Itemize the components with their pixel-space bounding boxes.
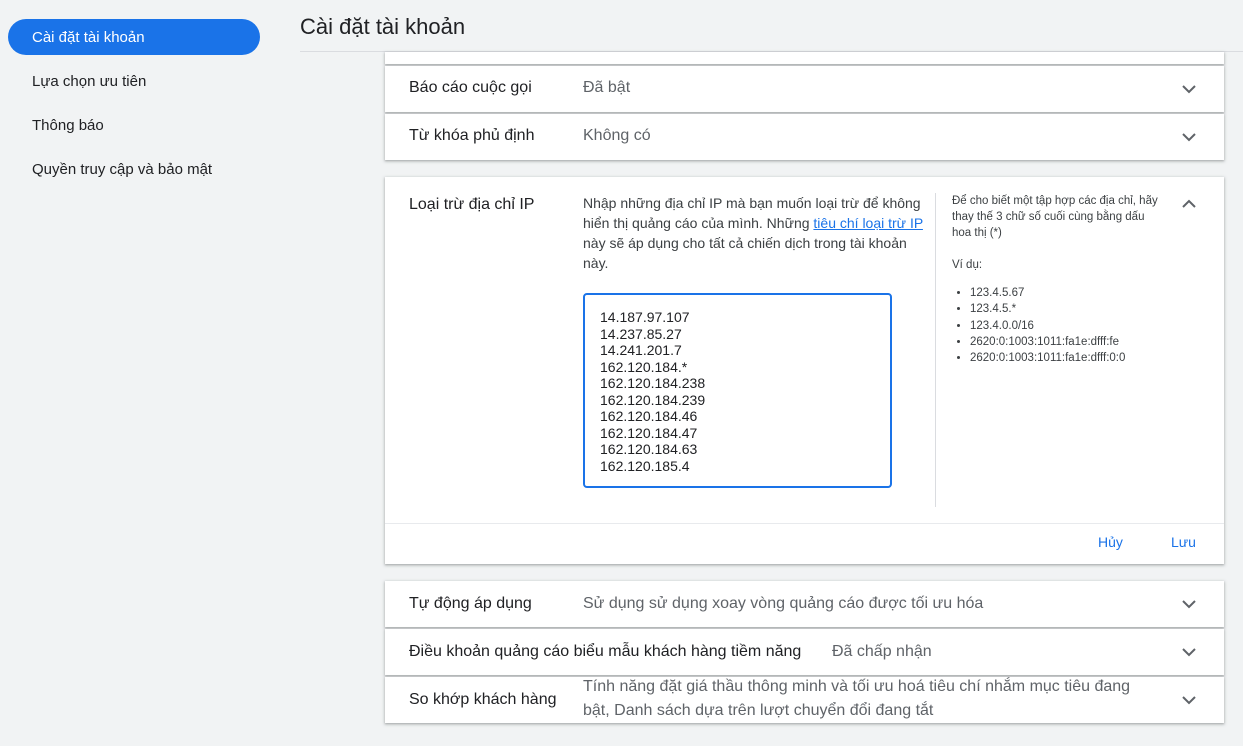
page-title: Cài đặt tài khoản xyxy=(300,14,466,39)
setting-label: Tự động áp dụng xyxy=(409,595,532,612)
setting-row-call-reports[interactable]: Báo cáo cuộc gọi Đã bật xyxy=(385,66,1224,112)
setting-label: Báo cáo cuộc gọi xyxy=(409,79,532,96)
example-item: 123.4.5.67 xyxy=(970,285,1162,301)
setting-label: Loại trừ địa chỉ IP xyxy=(409,196,535,213)
cancel-button[interactable]: Hủy xyxy=(1098,534,1123,550)
chevron-down-icon[interactable] xyxy=(1180,643,1198,661)
setting-value: Không có xyxy=(583,127,651,144)
example-item: 2620:0:1003:1011:fa1e:dfff:0:0 xyxy=(970,350,1162,366)
ip-line: 14.187.97.107 xyxy=(600,309,690,325)
sidebar-item-notifications[interactable]: Thông báo xyxy=(8,107,260,143)
setting-value: Đã bật xyxy=(583,79,631,96)
help-text: Để cho biết một tập hợp các địa chỉ, hãy… xyxy=(952,195,1158,239)
setting-row-auto-apply[interactable]: Tự động áp dụng Sử dụng sử dụng xoay vòn… xyxy=(385,581,1224,627)
example-item: 123.4.5.* xyxy=(970,301,1162,317)
setting-panel-ip-exclusion: Loại trừ địa chỉ IP Nhập những địa chỉ I… xyxy=(385,177,1224,564)
examples-list: 123.4.5.67 123.4.5.* 123.4.0.0/16 2620:0… xyxy=(952,285,1162,366)
ip-exclusion-description: Nhập những địa chỉ IP mà bạn muốn loại t… xyxy=(583,193,928,273)
ip-line: 162.120.184.63 xyxy=(600,441,698,457)
sidebar-item-label: Thông báo xyxy=(32,116,104,134)
setting-row-customer-match[interactable]: So khớp khách hàng Tính năng đặt giá thầ… xyxy=(385,677,1224,723)
chevron-down-icon[interactable] xyxy=(1180,595,1198,613)
ip-line: 162.120.184.238 xyxy=(600,375,706,391)
example-item: 2620:0:1003:1011:fa1e:dfff:fe xyxy=(970,334,1162,350)
setting-value: Đã chấp nhận xyxy=(832,643,932,660)
chevron-up-icon[interactable] xyxy=(1180,195,1198,213)
setting-label: Từ khóa phủ định xyxy=(409,127,535,144)
ip-line: 162.120.184.47 xyxy=(600,424,698,441)
sidebar-item-preferences[interactable]: Lựa chọn ưu tiên xyxy=(8,63,260,99)
ip-line: 162.120.185.4 xyxy=(600,457,690,474)
sidebar-item-label: Quyền truy cập và bảo mật xyxy=(32,160,213,178)
example-item: 123.4.0.0/16 xyxy=(970,318,1162,334)
setting-value: Sử dụng sử dụng xoay vòng quảng cáo được… xyxy=(583,595,984,612)
chevron-down-icon[interactable] xyxy=(1180,128,1198,146)
ip-line: 14.241.201.7 xyxy=(600,342,682,358)
ip-line: 162.120.184.46 xyxy=(600,408,698,424)
examples-label: Ví dụ: xyxy=(952,259,983,271)
ip-address-textarea[interactable]: 14.187.97.107 14.237.85.27 14.241.201.7 … xyxy=(583,293,892,488)
setting-row-lead-form-terms[interactable]: Điều khoản quảng cáo biểu mẫu khách hàng… xyxy=(385,629,1224,675)
sidebar-item-label: Cài đặt tài khoản xyxy=(32,28,145,46)
setting-row-negative-keywords[interactable]: Từ khóa phủ định Không có xyxy=(385,114,1224,160)
settings-card-partial xyxy=(385,52,1224,64)
setting-value-line: bật, Danh sách dựa trên lượt chuyển đổi … xyxy=(583,702,934,719)
sidebar-item-account-settings[interactable]: Cài đặt tài khoản xyxy=(8,19,260,55)
sidebar: Cài đặt tài khoản Lựa chọn ưu tiên Thông… xyxy=(0,0,270,746)
ip-help-panel: Để cho biết một tập hợp các địa chỉ, hãy… xyxy=(952,193,1162,366)
setting-label: Điều khoản quảng cáo biểu mẫu khách hàng… xyxy=(409,643,802,660)
setting-label: So khớp khách hàng xyxy=(409,691,557,708)
ip-line: 162.120.184.* xyxy=(600,358,688,375)
ip-exclusion-criteria-link[interactable]: tiêu chí loại trừ IP xyxy=(813,215,923,231)
chevron-down-icon[interactable] xyxy=(1180,80,1198,98)
ip-line: 14.237.85.27 xyxy=(600,325,682,342)
ip-line: 162.120.184.239 xyxy=(600,391,706,408)
sidebar-item-access-security[interactable]: Quyền truy cập và bảo mật xyxy=(8,151,260,187)
vertical-divider xyxy=(935,193,936,507)
setting-value-line: Tính năng đặt giá thầu thông minh và tối… xyxy=(583,678,1131,695)
description-text: này sẽ áp dụng cho tất cả chiến dịch tro… xyxy=(583,235,907,271)
chevron-down-icon[interactable] xyxy=(1180,691,1198,709)
sidebar-item-label: Lựa chọn ưu tiên xyxy=(32,72,147,90)
footer-divider xyxy=(385,523,1224,524)
save-button[interactable]: Lưu xyxy=(1171,534,1196,550)
